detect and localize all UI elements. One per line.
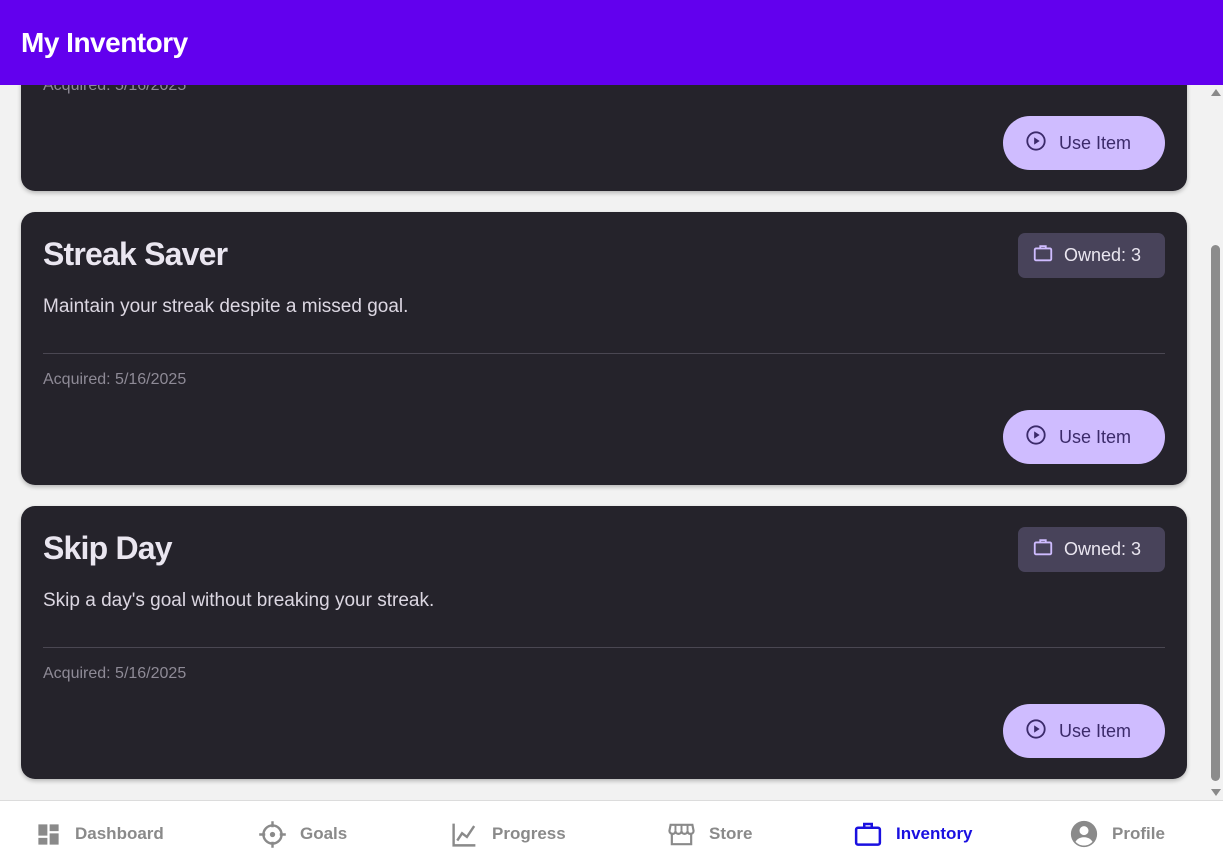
- use-item-label: Use Item: [1059, 426, 1132, 447]
- use-item-label: Use Item: [1059, 720, 1132, 741]
- scrollbar[interactable]: [1208, 85, 1223, 800]
- nav-label: Dashboard: [75, 824, 164, 843]
- nav-profile[interactable]: Profile: [1069, 818, 1165, 850]
- owned-count: Owned: 3: [1064, 539, 1142, 559]
- app-bar: My Inventory: [0, 0, 1223, 85]
- briefcase-icon: [853, 819, 883, 849]
- owned-count: Owned: 3: [1064, 245, 1142, 265]
- dashboard-icon: [35, 821, 62, 848]
- use-item-button[interactable]: Use Item: [1003, 410, 1165, 464]
- chart-line-icon: [450, 820, 479, 849]
- use-item-button[interactable]: Use Item: [1003, 116, 1165, 170]
- inventory-card-streak-saver: Streak Saver Owned: 3 Maintain your stre…: [21, 212, 1187, 485]
- scrollbar-thumb[interactable]: [1211, 245, 1220, 781]
- nav-dashboard[interactable]: Dashboard: [35, 818, 164, 850]
- bottom-navigation: Dashboard Goals Progress Store Inventory…: [0, 800, 1223, 865]
- account-circle-icon: [1069, 819, 1099, 849]
- nav-store[interactable]: Store: [667, 818, 752, 850]
- use-item-label: Use Item: [1059, 132, 1132, 153]
- inventory-list[interactable]: Acquired: 5/16/2025 Use Item Streak Save…: [0, 85, 1208, 800]
- nav-progress[interactable]: Progress: [450, 818, 566, 850]
- briefcase-icon: [1032, 242, 1054, 269]
- item-description: Skip a day's goal without breaking your …: [43, 590, 435, 611]
- nav-label: Goals: [300, 824, 348, 843]
- page-title: My Inventory: [21, 26, 188, 58]
- acquired-date: Acquired: 5/16/2025: [43, 371, 187, 388]
- play-circle-icon: [1025, 718, 1047, 745]
- owned-badge: Owned: 3: [1018, 527, 1165, 572]
- acquired-date: Acquired: 5/16/2025: [43, 85, 187, 94]
- play-circle-icon: [1025, 424, 1047, 451]
- nav-label: Store: [709, 824, 753, 843]
- inventory-card-skip-day: Skip Day Owned: 3 Skip a day's goal with…: [21, 506, 1187, 779]
- crosshair-icon: [258, 820, 287, 849]
- nav-label: Inventory: [896, 824, 973, 843]
- nav-inventory[interactable]: Inventory: [853, 818, 973, 850]
- use-item-button[interactable]: Use Item: [1003, 704, 1165, 758]
- inventory-card: Acquired: 5/16/2025 Use Item: [21, 85, 1187, 191]
- item-title: Skip Day: [43, 530, 173, 566]
- scroll-down-arrow-icon[interactable]: [1211, 789, 1221, 796]
- briefcase-icon: [1032, 536, 1054, 563]
- acquired-date: Acquired: 5/16/2025: [43, 665, 187, 682]
- divider: [43, 353, 1165, 354]
- owned-badge: Owned: 3: [1018, 233, 1165, 278]
- play-circle-icon: [1025, 130, 1047, 157]
- divider: [43, 647, 1165, 648]
- storefront-icon: [667, 820, 696, 849]
- nav-label: Progress: [492, 824, 566, 843]
- nav-goals[interactable]: Goals: [258, 818, 347, 850]
- item-description: Maintain your streak despite a missed go…: [43, 296, 409, 317]
- item-title: Streak Saver: [43, 236, 228, 272]
- scroll-up-arrow-icon[interactable]: [1211, 89, 1221, 96]
- nav-label: Profile: [1112, 824, 1165, 843]
